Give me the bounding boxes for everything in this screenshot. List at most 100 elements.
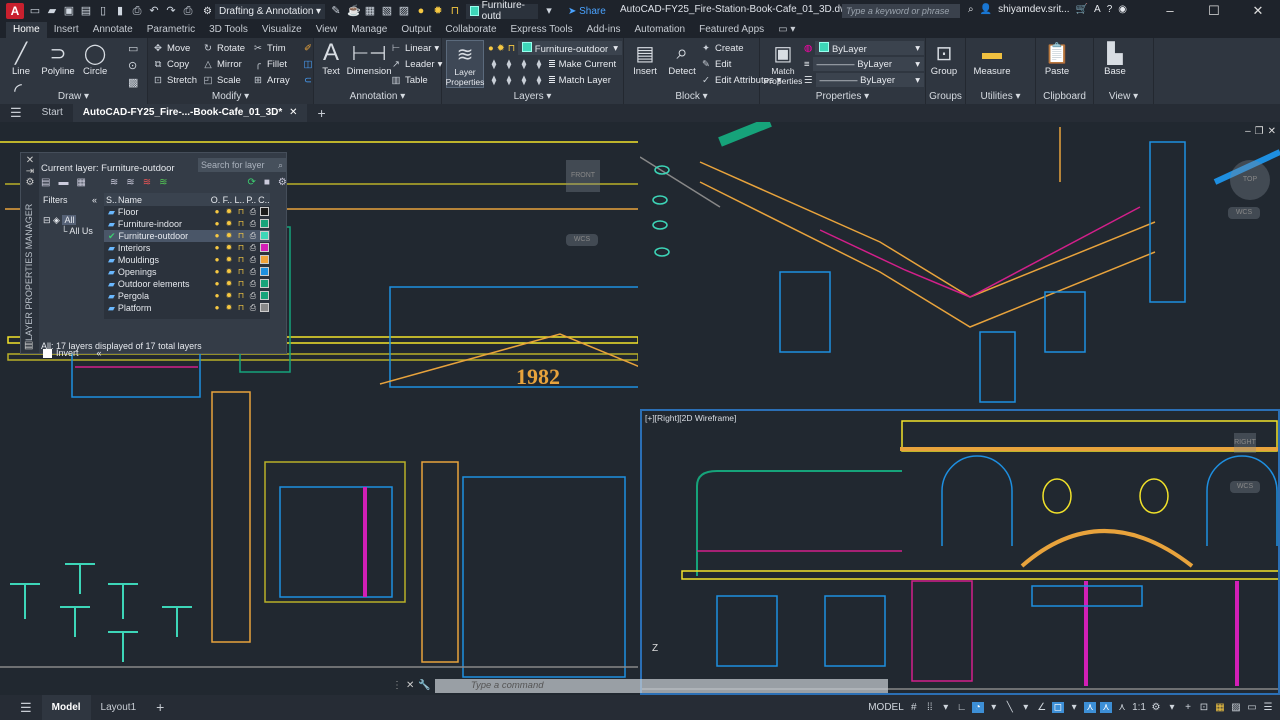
new-icon[interactable]: ▭: [29, 5, 41, 17]
command-input[interactable]: Type a command: [434, 678, 888, 693]
layers-panel-title[interactable]: Layers ▾: [442, 90, 623, 104]
tab-visualize[interactable]: Visualize: [255, 22, 309, 38]
layer-states-icon[interactable]: ▦: [76, 177, 85, 188]
search-icon[interactable]: ⌕: [968, 4, 974, 15]
match-properties-button[interactable]: ▣ Match Properties: [764, 40, 803, 87]
layer-row[interactable]: ▰ Floor ● ✹ ⊓ ⎙: [104, 206, 270, 218]
lock-icon[interactable]: ⊓: [236, 267, 246, 277]
dimension-button[interactable]: ⊢⊣ Dimension: [347, 40, 392, 78]
sun-icon[interactable]: ✹: [224, 279, 234, 289]
collapse-filters-icon[interactable]: «: [92, 195, 97, 205]
lock-icon[interactable]: ⊓: [236, 291, 246, 301]
new-property-filter-icon[interactable]: ▤: [41, 177, 50, 188]
filter-tree-all-used[interactable]: └ All Us: [43, 226, 101, 236]
set-current-icon[interactable]: ≋: [159, 177, 167, 188]
layer-color-swatch[interactable]: [260, 267, 269, 276]
start-tab[interactable]: Start: [32, 104, 73, 122]
ellipse-icon[interactable]: ⊙: [128, 59, 138, 72]
lock-icon[interactable]: ⊓: [236, 303, 246, 313]
plot-preview-icon[interactable]: ⎙: [182, 5, 194, 17]
customize-icon[interactable]: 🔧: [418, 680, 430, 691]
lineweight-combo[interactable]: ———— ByLayer ▾: [815, 73, 924, 87]
match-layer-button[interactable]: ≣ Match Layer: [548, 75, 611, 86]
units-icon[interactable]: ⊡: [1198, 702, 1210, 713]
new-group-filter-icon[interactable]: ▬: [58, 177, 68, 188]
wcs-menu-right[interactable]: WCS: [1230, 481, 1260, 493]
layer-color-swatch[interactable]: [260, 231, 269, 240]
circle-button[interactable]: ◯ Circle: [78, 40, 112, 78]
tab-parametric[interactable]: Parametric: [140, 22, 202, 38]
user-name[interactable]: shiyamdev.srit...: [998, 4, 1070, 15]
viewport-restore-icon[interactable]: ❐: [1255, 126, 1264, 137]
clean-screen-icon[interactable]: ▭: [1246, 702, 1258, 713]
snap-icon[interactable]: ⁞⁞: [924, 702, 936, 713]
groups-panel-title[interactable]: Groups ▾: [926, 90, 965, 116]
palette-settings-icon[interactable]: ⚙: [21, 177, 39, 188]
tab-home[interactable]: Home: [6, 22, 47, 38]
table-button[interactable]: ▥ Table: [390, 72, 442, 88]
text-button[interactable]: A Text: [318, 39, 344, 77]
printer-icon[interactable]: ⎙: [248, 243, 258, 253]
palette-autohide-icon[interactable]: ⇥: [21, 166, 39, 177]
delete-layer-icon[interactable]: ≋: [143, 177, 151, 188]
bulb-icon[interactable]: ●: [212, 219, 222, 229]
plot-icon[interactable]: ⎙: [131, 5, 143, 17]
tab-3d-tools[interactable]: 3D Tools: [202, 22, 255, 38]
wcs-menu[interactable]: WCS: [566, 234, 598, 246]
layer-color-swatch[interactable]: [260, 207, 269, 216]
tab-view[interactable]: View: [309, 22, 345, 38]
layer-row[interactable]: ▰ Furniture-indoor ● ✹ ⊓ ⎙: [104, 218, 270, 230]
line-button[interactable]: ╱ Line: [4, 40, 38, 78]
object-snap-icon[interactable]: ◻: [1051, 702, 1065, 713]
save-icon[interactable]: ▣: [63, 5, 75, 17]
save-as-icon[interactable]: ▤: [80, 5, 92, 17]
polar-icon[interactable]: ◔: [971, 702, 984, 713]
layer-dropdown[interactable]: Furniture-outd: [465, 0, 538, 22]
settings-toggle-icon[interactable]: ■: [264, 177, 270, 188]
sun-icon[interactable]: ✹: [497, 43, 505, 54]
annotation-visibility-icon[interactable]: ⋏: [1084, 702, 1097, 713]
layer-search-input[interactable]: Search for layer ⌕: [198, 158, 286, 172]
layer-walk-icon[interactable]: ▨: [398, 5, 410, 17]
add-layout-button[interactable]: +: [146, 695, 174, 720]
sun-icon[interactable]: ✹: [224, 219, 234, 229]
base-button[interactable]: ▙ Base: [1098, 40, 1132, 78]
plus-icon[interactable]: +: [1182, 702, 1194, 713]
ortho-icon[interactable]: ∟: [956, 702, 968, 713]
lock-icon[interactable]: ⊓: [236, 255, 246, 265]
lock-icon[interactable]: ⊓: [236, 231, 246, 241]
lock-icon[interactable]: ⊓: [236, 279, 246, 289]
lock-icon[interactable]: ⊓: [449, 5, 461, 17]
bulb-icon[interactable]: ●: [212, 303, 222, 313]
ribbon-extra-icon[interactable]: ▭ ▾: [771, 22, 802, 38]
undo-icon[interactable]: ↶: [148, 5, 160, 17]
layer-color-swatch[interactable]: [260, 303, 269, 312]
polyline-button[interactable]: ⊃ Polyline: [41, 40, 75, 78]
draw-panel-title[interactable]: Draw ▾: [0, 90, 147, 104]
trim-button[interactable]: ✂ Trim: [252, 40, 302, 56]
close-icon[interactable]: ✕: [1236, 0, 1280, 22]
autocad-logo[interactable]: A: [6, 3, 24, 19]
layer-row[interactable]: ✔ Furniture-outdoor ● ✹ ⊓ ⎙: [104, 230, 270, 242]
close-command-icon[interactable]: ✕: [406, 680, 414, 691]
view-panel-title[interactable]: View ▾: [1094, 90, 1153, 104]
linear-button[interactable]: ⊢ Linear ▾: [390, 40, 442, 56]
help-search-input[interactable]: Type a keyword or phrase: [842, 4, 960, 18]
navcube-iso[interactable]: TOP: [1230, 160, 1270, 200]
lock-icon[interactable]: ⊓: [508, 43, 515, 54]
layer-row[interactable]: ▰ Outdoor elements ● ✹ ⊓ ⎙: [104, 278, 270, 290]
layer-color-swatch[interactable]: [260, 219, 269, 228]
annotation-panel-title[interactable]: Annotation ▾: [314, 90, 441, 104]
active-document-tab[interactable]: AutoCAD-FY25_Fire-...-Book-Cafe_01_3D* ✕: [72, 104, 308, 122]
wcs-menu-iso[interactable]: WCS: [1228, 207, 1260, 219]
measure-button[interactable]: ▬ Measure: [970, 40, 1014, 78]
leader-button[interactable]: ↗ Leader ▾: [390, 56, 442, 72]
drag-handle-icon[interactable]: ⋮: [392, 680, 402, 691]
calculator-icon[interactable]: ▦: [364, 5, 376, 17]
web-icon[interactable]: ▯: [97, 5, 109, 17]
layer-color-swatch[interactable]: [260, 255, 269, 264]
annotation-scale-icon[interactable]: ⋏: [1116, 702, 1128, 713]
chevron-down-icon[interactable]: ▾: [988, 702, 1000, 713]
bulb-icon[interactable]: ●: [488, 43, 494, 54]
printer-icon[interactable]: ⎙: [248, 219, 258, 229]
